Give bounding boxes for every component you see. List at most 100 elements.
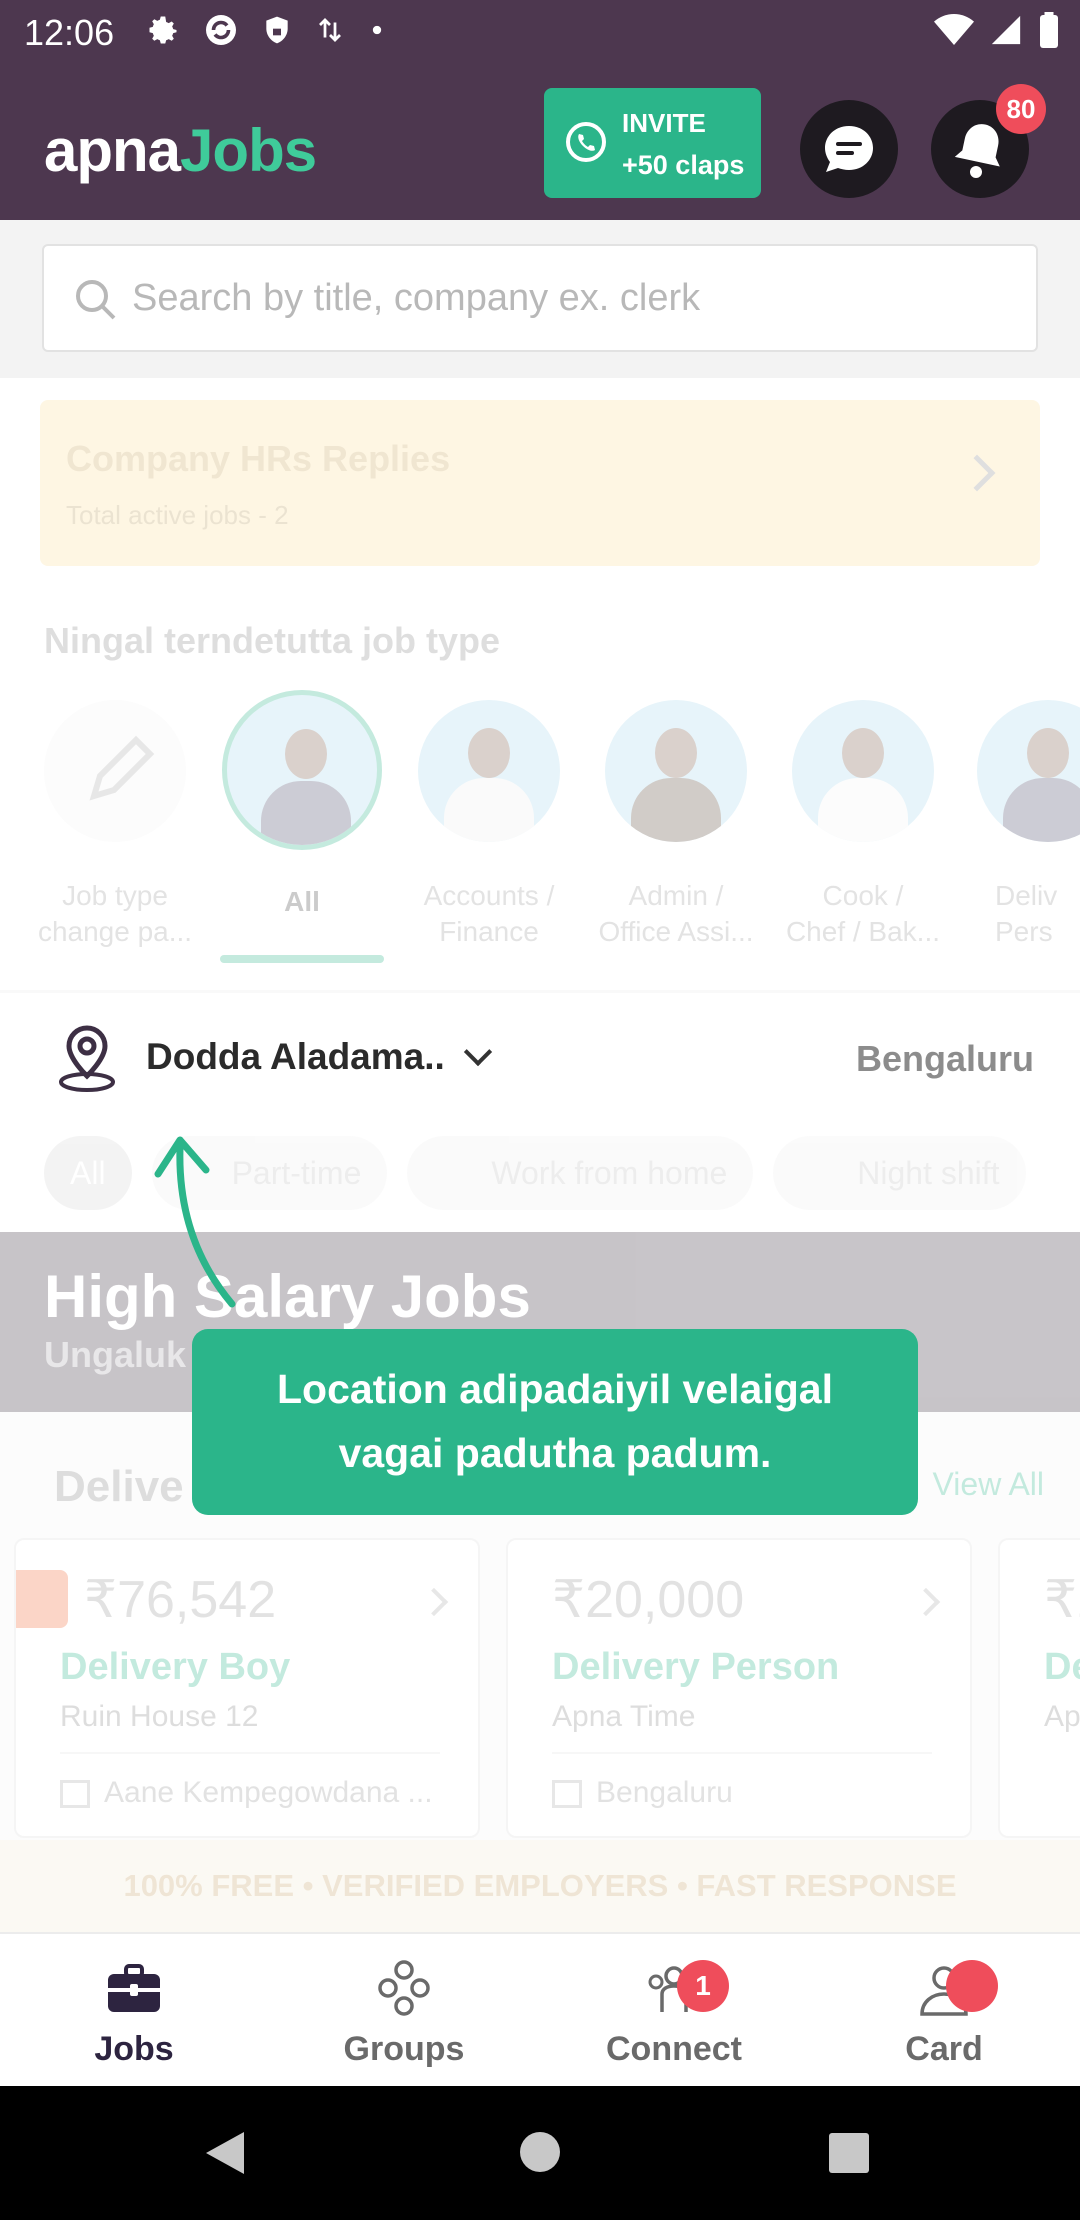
logo-part-jobs: Jobs <box>180 117 317 184</box>
app-header: apnaJobs INVITE +50 claps 80 <box>0 66 1080 220</box>
pencil-icon <box>89 735 155 801</box>
job-type-avatar <box>222 690 382 850</box>
tutorial-tooltip[interactable]: Location adipadaiyil velaigal vagai padu… <box>192 1329 918 1515</box>
jobs-section-heading: Delive <box>54 1462 184 1511</box>
free-banner: 100% FREE • VERIFIED EMPLOYERS • FAST RE… <box>0 1840 1080 1932</box>
hr-card-subtitle: Total active jobs - 2 <box>66 500 289 530</box>
job-type-label-line1: Job type <box>62 880 168 911</box>
job-title: De <box>1044 1646 1080 1688</box>
job-location: Bengaluru <box>596 1776 733 1809</box>
job-type-avatar <box>977 700 1080 842</box>
hr-replies-card[interactable]: Company HRs Replies Total active jobs - … <box>40 400 1040 566</box>
job-company: Apna Time <box>552 1700 696 1733</box>
job-card[interactable]: ₹2 De Ap <box>998 1538 1080 1838</box>
recents-icon[interactable] <box>828 2132 870 2174</box>
card-dot-badge <box>946 1960 998 2012</box>
job-company: Ap <box>1044 1700 1080 1733</box>
home-icon[interactable] <box>518 2130 562 2174</box>
data-transfer-icon <box>319 18 341 42</box>
filter-chip-night-shift[interactable]: Night shift <box>773 1136 1026 1210</box>
job-salary: ₹2 <box>1044 1571 1080 1629</box>
job-type-label-line2: Office Assi... <box>598 916 754 947</box>
job-type-label-line1: Admin / <box>628 880 724 911</box>
nav-groups-label: Groups <box>343 2030 465 2068</box>
chevron-down-icon[interactable] <box>463 1037 493 1067</box>
job-type-label-line2: Chef / Bak... <box>785 916 941 947</box>
location-pin-icon <box>59 1025 115 1092</box>
job-type-all[interactable]: All <box>217 690 387 920</box>
status-time: 12:06 <box>24 12 115 53</box>
card-divider <box>552 1752 932 1754</box>
job-type-avatar <box>792 700 934 842</box>
chevron-right-icon <box>958 454 996 492</box>
high-salary-subtitle: Ungaluk <box>44 1334 187 1375</box>
section-divider <box>0 990 1080 993</box>
chat-icon <box>825 126 873 172</box>
chevron-right-icon <box>911 1587 941 1617</box>
nav-groups[interactable]: Groups <box>304 1934 504 2088</box>
apna-jobs-logo: apnaJobs <box>44 116 317 185</box>
filter-chip-work-from-home[interactable]: Work from home <box>407 1136 754 1210</box>
invite-claps: +50 claps <box>622 150 745 180</box>
building-icon <box>552 1780 582 1808</box>
invite-button[interactable]: INVITE +50 claps <box>544 88 761 198</box>
job-salary: ₹76,542 <box>84 1571 277 1629</box>
job-title: Delivery Person <box>552 1646 840 1688</box>
job-type-delivery[interactable]: Deliv Pers <box>965 700 1080 950</box>
hr-card-title: Company HRs Replies <box>66 438 451 479</box>
job-card[interactable]: ₹76,542 Delivery Boy Ruin House 12 Aane … <box>14 1538 480 1838</box>
filter-chip-all[interactable]: All <box>44 1136 132 1210</box>
search-input[interactable] <box>132 270 1012 326</box>
job-company: Ruin House 12 <box>60 1700 259 1733</box>
job-location: Aane Kempegowdana ... <box>104 1776 433 1809</box>
groups-icon <box>378 1960 430 2016</box>
job-type-heading: Ningal terndetutta job type <box>44 620 501 661</box>
bottom-navigation: Jobs Groups Connect 1 Card <box>0 1932 1080 2086</box>
chat-button[interactable] <box>800 100 898 198</box>
chevron-right-icon <box>419 1587 449 1617</box>
invite-label: INVITE <box>622 108 706 138</box>
gear-icon <box>149 16 177 44</box>
signal-icon <box>991 15 1021 45</box>
job-type-cook[interactable]: Cook / Chef / Bak... <box>778 700 948 950</box>
search-icon <box>76 280 116 320</box>
whatsapp-icon <box>566 122 606 162</box>
nav-card-label: Card <box>905 2030 983 2068</box>
nav-jobs[interactable]: Jobs <box>34 1934 234 2088</box>
dot-icon <box>372 25 382 35</box>
tooltip-line-2: vagai padutha padum. <box>338 1430 772 1476</box>
job-type-label-line1: All <box>284 886 320 917</box>
tutorial-arrow-icon <box>154 1136 236 1308</box>
location-selector[interactable]: Dodda Aladama.. <box>146 1036 445 1078</box>
location-city[interactable]: Bengaluru <box>856 1038 1034 1080</box>
job-card[interactable]: ₹20,000 Delivery Person Apna Time Bengal… <box>506 1538 972 1838</box>
logo-part-apna: apna <box>44 117 181 184</box>
view-all-link[interactable]: View All <box>933 1466 1044 1503</box>
status-bar: 12:06 <box>0 0 1080 66</box>
job-type-label-line2: Finance <box>439 916 539 947</box>
connect-count-badge: 1 <box>677 1960 729 2012</box>
nav-connect[interactable]: Connect <box>574 1934 774 2088</box>
building-icon <box>60 1780 90 1808</box>
job-type-avatar <box>418 700 560 842</box>
job-type-accounts[interactable]: Accounts / Finance <box>404 700 574 950</box>
briefcase-icon <box>108 1964 160 2012</box>
search-section <box>0 220 1080 378</box>
job-type-label-line2: Pers <box>995 916 1053 947</box>
back-icon[interactable] <box>202 2130 248 2176</box>
tooltip-line-1: Location adipadaiyil velaigal <box>277 1366 833 1412</box>
job-salary: ₹20,000 <box>552 1571 745 1629</box>
nav-connect-label: Connect <box>606 2030 742 2068</box>
lightning-icon <box>16 1570 68 1628</box>
job-type-change[interactable]: Job type change pa... <box>30 700 200 950</box>
selected-tab-indicator <box>220 955 384 963</box>
system-navigation-bar <box>0 2086 1080 2220</box>
nav-jobs-label: Jobs <box>94 2030 174 2068</box>
search-box[interactable] <box>42 244 1038 352</box>
nav-card[interactable]: Card <box>844 1934 1044 2088</box>
job-type-label-line1: Accounts / <box>423 880 555 911</box>
job-type-admin[interactable]: Admin / Office Assi... <box>591 700 761 950</box>
card-divider <box>60 1752 440 1754</box>
high-salary-title: High Salary Jobs <box>44 1263 531 1330</box>
job-title: Delivery Boy <box>60 1646 291 1688</box>
